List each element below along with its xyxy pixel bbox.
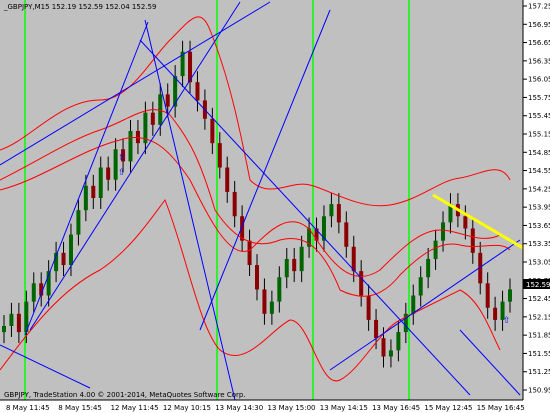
chart-title: _GBPJPY,M15 152.19 152.59 152.04 152.59	[3, 3, 156, 11]
candle	[463, 216, 468, 229]
svg-text:⇧: ⇧	[503, 316, 511, 326]
price-tick-label: 157.25	[528, 3, 550, 11]
price-tick-label: 155.15	[528, 131, 550, 139]
time-label: 8 May 15:45	[58, 404, 102, 412]
candle	[195, 82, 200, 101]
candle	[269, 301, 274, 314]
svg-text:⇧: ⇧	[118, 168, 126, 178]
price-tick-label: 153.35	[528, 240, 550, 248]
price-tick-label: 152.15	[528, 313, 550, 321]
candle	[351, 246, 356, 272]
candle	[150, 112, 155, 125]
candle	[247, 240, 252, 266]
candle	[210, 118, 215, 144]
price-tick-label: 156.65	[528, 39, 550, 47]
candle	[418, 277, 423, 296]
candle	[299, 246, 304, 272]
price-tick-label: 152.45	[528, 295, 550, 303]
candle	[508, 289, 512, 302]
candle	[165, 94, 170, 107]
price-tick-label: 153.95	[528, 204, 550, 212]
price-tick-label: 151.85	[528, 332, 550, 340]
candle	[344, 222, 349, 247]
price-tick-label: 150.95	[528, 387, 550, 395]
candle	[336, 204, 341, 223]
candle	[433, 240, 438, 259]
candle	[381, 338, 386, 357]
price-tick-label: 156.35	[528, 57, 550, 65]
price-tick-label: 153.65	[528, 222, 550, 230]
candle	[396, 332, 401, 351]
current-price-tag: 152.59	[523, 279, 550, 289]
candle	[98, 167, 103, 198]
time-label: 13 May 15:00	[268, 404, 316, 412]
candle	[61, 252, 66, 266]
candle	[232, 191, 237, 217]
candle	[374, 319, 379, 339]
price-tick-label: 155.45	[528, 112, 550, 120]
price-tick-label: 151.55	[528, 350, 550, 358]
price-chart[interactable]: ⇧ ⇧ ⇧ _GBPJPY,M15 152.19 152.59 152.04 1…	[0, 0, 550, 413]
time-label: 15 May 16:45	[477, 404, 525, 412]
price-tick-label: 153.05	[528, 259, 550, 267]
price-tick-label: 151.25	[528, 368, 550, 376]
candle	[359, 271, 364, 296]
candle	[277, 277, 282, 302]
candle	[225, 167, 230, 192]
candle	[106, 167, 111, 180]
candle	[426, 258, 431, 278]
price-tick-label: 156.95	[528, 21, 550, 29]
time-label: 13 May 16:45	[372, 404, 420, 412]
current-price-label: 152.59	[526, 281, 550, 289]
candle	[255, 265, 259, 290]
time-label: 13 May 14:15	[320, 404, 368, 412]
candle	[388, 350, 393, 357]
candle	[217, 143, 222, 168]
candle	[284, 258, 289, 278]
time-label: 15 May 12:45	[424, 404, 472, 412]
candle	[411, 295, 416, 314]
candle	[441, 222, 446, 241]
candle	[16, 313, 21, 333]
candle	[493, 307, 498, 320]
candle	[366, 295, 371, 320]
candle	[83, 185, 88, 211]
candle	[292, 258, 297, 272]
candle	[128, 130, 133, 162]
candle	[68, 234, 73, 266]
candle	[9, 313, 14, 326]
time-label: 13 May 14:30	[215, 404, 263, 412]
candle	[470, 228, 475, 253]
time-label: 12 May 11:45	[111, 404, 159, 412]
candle	[31, 283, 36, 302]
candle	[2, 326, 6, 333]
candle	[485, 283, 490, 308]
candle	[262, 289, 267, 314]
price-tick-label: 156.05	[528, 76, 550, 84]
candle	[76, 210, 81, 235]
price-tick-label: 154.55	[528, 167, 550, 175]
price-tick-label: 155.75	[528, 94, 550, 102]
candle	[91, 185, 96, 198]
candle	[329, 204, 334, 217]
copyright-text: GBPJPY, TradeStation 4.00 © 2001-2014, M…	[4, 391, 246, 399]
svg-text:⇧: ⇧	[118, 153, 126, 163]
price-tick-label: 154.85	[528, 149, 550, 157]
price-tick-label: 154.25	[528, 185, 550, 193]
time-label: 8 May 11:45	[6, 404, 50, 412]
time-label: 12 May 10:15	[163, 404, 211, 412]
